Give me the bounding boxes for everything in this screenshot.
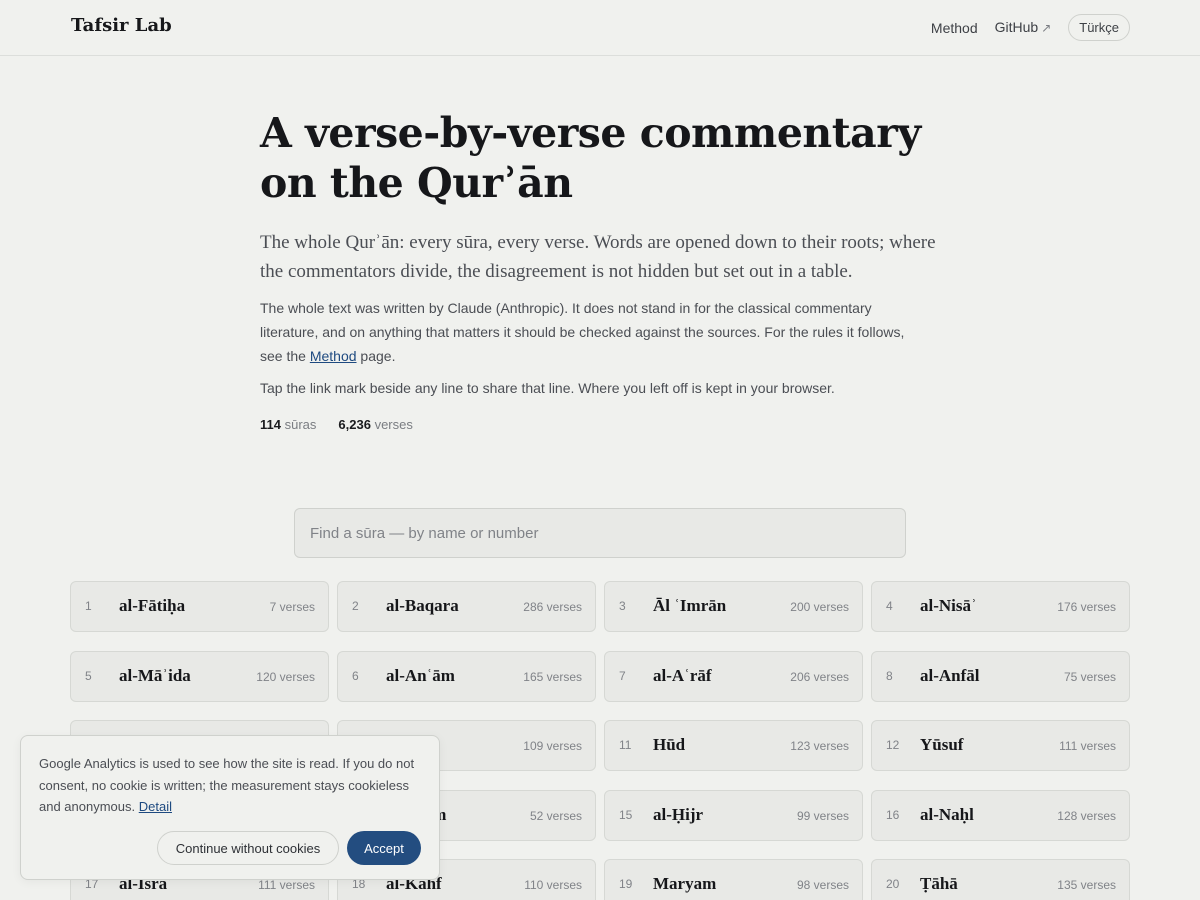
sura-verse-count: 286 verses [523, 600, 582, 614]
language-switch-button[interactable]: Türkçe [1068, 14, 1130, 41]
sura-verse-count: 98 verses [796, 878, 849, 892]
accept-cookies-button[interactable]: Accept [347, 831, 421, 865]
sura-verse-count: 120 verses [256, 669, 315, 684]
sura-number: 11 [619, 738, 632, 752]
sura-card[interactable]: 2 al-Baqara 286 verses [337, 581, 596, 632]
sura-name: Hūd [653, 735, 686, 754]
sura-number: 19 [619, 877, 633, 891]
main-nav: Method GitHub ↗ Türkçe [931, 14, 1130, 41]
cookie-banner: Google Analytics is used to see how the … [20, 735, 440, 880]
sura-number: 3 [619, 599, 626, 613]
sura-verse-count: 111 verses [258, 878, 315, 892]
nav-method-link[interactable]: Method [931, 15, 978, 41]
sura-card[interactable]: 12 Yūsuf 111 verses [871, 720, 1130, 771]
page-title: A verse-by-verse commentary on the Qurʾā… [260, 109, 921, 207]
sura-number: 20 [886, 877, 900, 891]
sura-name: al-Māʾida [119, 665, 191, 685]
sura-card[interactable]: 7 al-Aʿrāf 206 verses [604, 650, 863, 702]
sura-count: 114 [260, 417, 281, 432]
sura-name: al-Aʿrāf [653, 665, 712, 685]
sura-verse-count: 165 verses [523, 669, 582, 684]
sura-name: Maryam [653, 874, 717, 893]
disclaimer-paragraph: The whole text was written by Claude (An… [260, 296, 930, 368]
sura-name: al-Ḥijr [653, 804, 704, 824]
sura-verse-count: 110 verses [524, 878, 582, 892]
sura-number: 5 [85, 668, 92, 683]
sura-verse-count: 206 verses [790, 669, 849, 684]
stats-row: 114 sūras 6,236 verses [260, 417, 940, 432]
sura-number: 16 [886, 807, 900, 822]
sura-count-label: sūras [284, 417, 317, 432]
verse-count-label: verses [374, 417, 413, 432]
sura-card[interactable]: 4 al-Nisāʾ 176 verses [871, 581, 1130, 632]
nav-method-label: Method [930, 19, 978, 36]
sura-verse-count: 111 verses [1059, 739, 1116, 753]
sura-card[interactable]: 8 al-Anfāl 75 verses [871, 650, 1130, 702]
sura-count-stat: 114 sūras [260, 417, 316, 432]
sura-name: al-Anfāl [920, 665, 980, 685]
sura-verse-count: 176 verses [1057, 600, 1116, 614]
sura-number: 15 [619, 807, 633, 822]
sura-card[interactable]: 20 Ṭāhā 135 verses [871, 859, 1130, 900]
sura-verse-count: 128 verses [1057, 808, 1116, 823]
verse-count-stat: 6,236 verses [338, 417, 412, 432]
sura-number: 2 [352, 599, 359, 613]
sura-card[interactable]: 15 al-Ḥijr 99 verses [604, 789, 863, 841]
share-hint-paragraph: Tap the link mark beside any line to sha… [260, 380, 835, 396]
sura-name: al-Nisāʾ [920, 596, 977, 615]
sura-verse-count: 99 verses [796, 808, 849, 823]
sura-name: Āl ʿImrān [653, 596, 727, 615]
sura-number: 4 [886, 599, 893, 613]
disclaimer-text-end: page. [356, 348, 396, 364]
sura-number: 8 [886, 668, 893, 683]
sura-verse-count: 7 verses [269, 600, 315, 614]
lede-paragraph: The whole Qurʾān: every sūra, every vers… [260, 232, 936, 282]
cookie-message: Google Analytics is used to see how the … [39, 753, 424, 818]
sura-card[interactable]: 1 al-Fātiḥa 7 verses [70, 581, 329, 632]
sura-verse-count: 52 verses [529, 808, 582, 823]
nav-github-link[interactable]: GitHub ↗ [995, 14, 1052, 41]
sura-search-input[interactable] [294, 508, 906, 558]
sura-verse-count: 135 verses [1057, 878, 1116, 892]
sura-number: 12 [886, 738, 900, 752]
nav-github-label: GitHub [994, 19, 1039, 35]
sura-name: al-Anʿām [386, 665, 455, 685]
cookie-message-text: Google Analytics is used to see how the … [39, 756, 415, 814]
top-bar: Tafsir Lab Method GitHub ↗ Türkçe [0, 0, 1200, 56]
hero-section: A verse-by-verse commentary on the Qurʾā… [260, 108, 940, 432]
sura-card[interactable]: 19 Maryam 98 verses [604, 859, 863, 900]
sura-card[interactable]: 6 al-Anʿām 165 verses [337, 650, 596, 702]
external-link-icon: ↗ [1041, 21, 1052, 35]
sura-number: 7 [619, 668, 626, 683]
sura-verse-count: 75 verses [1063, 669, 1116, 684]
sura-name: Yūsuf [920, 735, 964, 754]
sura-name: Ṭāhā [920, 874, 958, 893]
sura-name: al-Naḥl [920, 804, 974, 824]
site-logo[interactable]: Tafsir Lab [71, 15, 172, 36]
sura-number: 6 [352, 668, 359, 683]
sura-card[interactable]: 3 Āl ʿImrān 200 verses [604, 581, 863, 632]
cookie-detail-link[interactable]: Detail [139, 799, 172, 814]
sura-verse-count: 200 verses [790, 600, 849, 614]
method-inline-link[interactable]: Method [310, 348, 357, 364]
sura-card[interactable]: 16 al-Naḥl 128 verses [871, 789, 1130, 841]
sura-number: 1 [85, 599, 92, 613]
sura-name: al-Fātiḥa [119, 596, 186, 615]
continue-without-cookies-button[interactable]: Continue without cookies [157, 831, 339, 865]
sura-verse-count: 123 verses [790, 739, 849, 753]
sura-verse-count: 109 verses [523, 739, 582, 753]
verse-count: 6,236 [338, 417, 371, 432]
sura-name: al-Baqara [386, 596, 459, 615]
sura-card[interactable]: 5 al-Māʾida 120 verses [70, 650, 329, 702]
sura-card[interactable]: 11 Hūd 123 verses [604, 720, 863, 771]
